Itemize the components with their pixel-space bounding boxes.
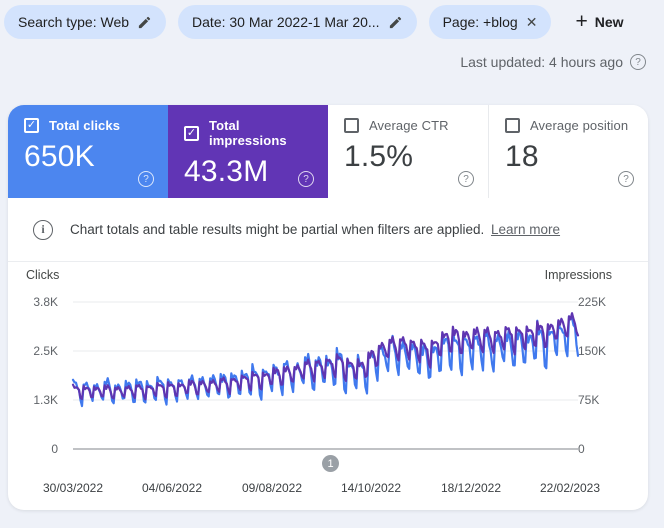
new-filter-button[interactable]: + New [569, 5, 629, 39]
banner-message: Chart totals and table results might be … [70, 222, 484, 237]
metric-card-total-clicks[interactable]: ✓ Total clicks 650K ? [8, 105, 168, 198]
metric-label: Total clicks [49, 118, 120, 133]
metric-card-average-ctr[interactable]: Average CTR 1.5% ? [328, 105, 488, 198]
left-axis-tick: 0 [8, 442, 58, 456]
metric-value: 18 [505, 140, 632, 174]
date-filter-chip[interactable]: Date: 30 Mar 2022-1 Mar 20... [178, 5, 417, 39]
metric-value: 43.3M [184, 155, 312, 189]
last-updated-text: Last updated: 4 hours ago [460, 54, 623, 70]
metric-label: Average CTR [369, 118, 449, 133]
last-updated: Last updated: 4 hours ago ? [460, 54, 646, 70]
learn-more-link[interactable]: Learn more [491, 222, 560, 237]
pagination-page-1[interactable]: 1 [322, 455, 339, 472]
metric-head: Average position [505, 118, 632, 133]
metric-card-total-impressions[interactable]: ✓ Total impressions 43.3M ? [168, 105, 328, 198]
checkbox-checked-icon[interactable]: ✓ [184, 126, 199, 141]
search-type-chip[interactable]: Search type: Web [4, 5, 166, 39]
left-axis-tick: 1.3K [8, 393, 58, 407]
search-type-chip-label: Search type: Web [18, 14, 129, 30]
edit-pencil-icon[interactable] [137, 15, 152, 30]
left-axis-tick: 3.8K [8, 295, 58, 309]
x-axis-date-label: 22/02/2023 [525, 481, 615, 495]
partial-results-banner: i Chart totals and table results might b… [8, 198, 648, 262]
new-filter-button-label: New [595, 14, 624, 30]
right-axis-tick: 150K [578, 344, 628, 358]
metric-head: ✓ Total clicks [24, 118, 152, 133]
page-filter-chip[interactable]: Page: +blog ✕ [429, 5, 552, 39]
edit-pencil-icon[interactable] [388, 15, 403, 30]
left-axis-tick: 2.5K [8, 344, 58, 358]
metric-head: Average CTR [344, 118, 472, 133]
help-icon[interactable]: ? [630, 54, 646, 70]
metrics-row: ✓ Total clicks 650K ? ✓ Total impression… [8, 105, 648, 198]
x-axis-date-label: 30/03/2022 [28, 481, 118, 495]
help-icon[interactable]: ? [458, 171, 474, 187]
help-icon[interactable]: ? [138, 171, 154, 187]
checkbox-unchecked-icon[interactable] [344, 118, 359, 133]
metric-head: ✓ Total impressions [184, 118, 312, 148]
info-icon: i [33, 220, 53, 240]
metric-value: 650K [24, 140, 152, 174]
right-axis-title: Impressions [545, 268, 612, 282]
left-axis-title: Clicks [26, 268, 59, 282]
checkbox-unchecked-icon[interactable] [505, 118, 520, 133]
performance-card: ✓ Total clicks 650K ? ✓ Total impression… [8, 105, 648, 510]
date-filter-chip-label: Date: 30 Mar 2022-1 Mar 20... [192, 14, 380, 30]
checkbox-checked-icon[interactable]: ✓ [24, 118, 39, 133]
right-axis-tick: 0 [578, 442, 628, 456]
page-filter-chip-label: Page: +blog [443, 14, 518, 30]
close-icon[interactable]: ✕ [526, 14, 538, 31]
banner-text: Chart totals and table results might be … [70, 222, 560, 237]
x-axis-date-label: 04/06/2022 [127, 481, 217, 495]
x-axis-date-label: 09/08/2022 [227, 481, 317, 495]
plus-icon: + [575, 11, 587, 32]
chart-area: Clicks Impressions 3.8K 2.5K 1.3K 0 225K… [8, 262, 648, 509]
performance-line-chart[interactable] [8, 262, 648, 509]
help-icon[interactable]: ? [298, 171, 314, 187]
right-axis-tick: 75K [578, 393, 628, 407]
right-axis-tick: 225K [578, 295, 628, 309]
metric-label: Average position [530, 118, 628, 133]
metric-label: Total impressions [209, 118, 312, 148]
x-axis-date-label: 14/10/2022 [326, 481, 416, 495]
x-axis-date-label: 18/12/2022 [426, 481, 516, 495]
metric-value: 1.5% [344, 140, 472, 174]
metric-card-average-position[interactable]: Average position 18 ? [488, 105, 648, 198]
filter-bar: Search type: Web Date: 30 Mar 2022-1 Mar… [4, 5, 656, 39]
help-icon[interactable]: ? [618, 171, 634, 187]
